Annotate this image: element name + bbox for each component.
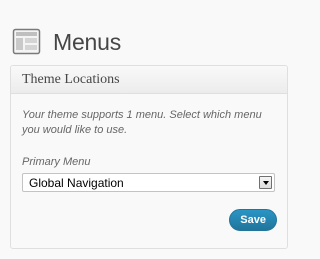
primary-menu-selected-value: Global Navigation bbox=[29, 176, 124, 190]
theme-locations-description: Your theme supports 1 menu. Select which… bbox=[22, 109, 262, 136]
theme-locations-title: Theme Locations bbox=[22, 72, 120, 87]
theme-locations-header[interactable]: Theme Locations bbox=[11, 66, 287, 94]
primary-menu-select[interactable]: Global Navigation bbox=[22, 173, 275, 192]
theme-locations-box: Theme Locations Your theme supports 1 me… bbox=[10, 65, 288, 249]
primary-menu-label: Primary Menu bbox=[22, 156, 91, 168]
menus-icon bbox=[12, 28, 41, 55]
save-button[interactable]: Save bbox=[229, 209, 277, 231]
page-title: Menus bbox=[53, 29, 122, 56]
chevron-down-icon[interactable] bbox=[259, 176, 272, 189]
